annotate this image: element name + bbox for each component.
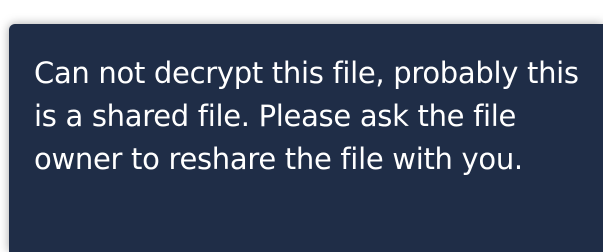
- error-notification: Can not decrypt this file, probably this…: [9, 24, 603, 252]
- notification-message: Can not decrypt this file, probably this…: [34, 56, 579, 176]
